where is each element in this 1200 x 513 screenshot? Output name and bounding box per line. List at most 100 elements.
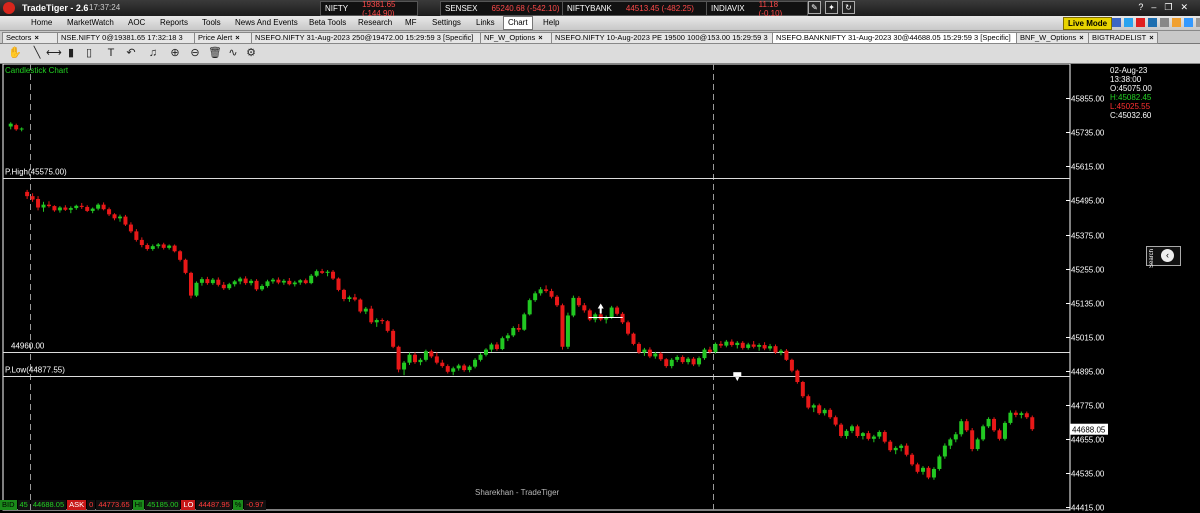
text-icon[interactable]: T [104, 46, 118, 60]
close-tab-icon[interactable]: × [1079, 33, 1083, 42]
bull-candle [270, 279, 275, 282]
tab-label: Sectors [6, 33, 32, 42]
bear-candle [970, 430, 975, 450]
ticker-niftybank[interactable]: NIFTYBANK 44513.45 (-482.25) [562, 1, 710, 16]
tab-nf-w-options[interactable]: NF_W_Options × [480, 32, 556, 44]
pin-icon[interactable]: ✦ [825, 1, 838, 14]
tab-price-alert[interactable]: Price Alert × [194, 32, 256, 44]
side-search-button[interactable]: Search ‹ [1146, 246, 1181, 268]
bull-candle [74, 205, 79, 209]
menu-news-and-events[interactable]: News And Events [235, 18, 298, 27]
tab-nsefo-nifty-pe[interactable]: NSEFO.NIFTY 10-Aug-2023 PE 19500 100@153… [551, 32, 777, 44]
bull-candle [363, 308, 368, 312]
close-tab-icon[interactable]: × [34, 33, 38, 42]
y-tick-label: 44535.00 [1071, 470, 1105, 479]
email-icon[interactable] [1160, 18, 1169, 27]
gear-icon[interactable]: ⚙ [244, 46, 258, 60]
bull-candle [500, 338, 505, 350]
bull-candle [117, 216, 122, 219]
bear-candle [369, 308, 374, 323]
menu-links[interactable]: Links [476, 18, 495, 27]
close-tab-icon[interactable]: × [538, 33, 542, 42]
menu-research[interactable]: Research [358, 18, 392, 27]
zoom-out-icon[interactable]: ⊖ [188, 46, 202, 60]
alert-bell-icon[interactable]: ♫ [146, 46, 160, 60]
help-icon[interactable]: ? [1138, 2, 1151, 12]
refresh-icon[interactable]: ↻ [842, 1, 855, 14]
menu-aoc[interactable]: AOC [128, 18, 145, 27]
menu-mf[interactable]: MF [405, 18, 417, 27]
tab-nsefo-banknifty[interactable]: NSEFO.BANKNIFTY 31-Aug-2023 30@44688.05 … [772, 32, 1021, 44]
edit-icon[interactable]: ✎ [808, 1, 821, 14]
bull-candle [746, 344, 751, 348]
bear-candle [560, 305, 565, 347]
bull-candle [281, 280, 286, 283]
bull-candle [697, 358, 702, 365]
bear-candle [915, 464, 920, 472]
candle-icon[interactable]: ▯ [82, 46, 96, 60]
bull-candle [953, 434, 958, 440]
bear-candle [658, 353, 663, 360]
bar-chart-icon[interactable]: ▮ [64, 46, 78, 60]
chat-icon[interactable] [1172, 18, 1181, 27]
youtube-icon[interactable] [1136, 18, 1145, 27]
bear-candle [773, 346, 778, 353]
tab-label: NF_W_Options [484, 33, 536, 42]
bull-candle [456, 365, 461, 369]
bear-candle [25, 191, 30, 197]
menu-reports[interactable]: Reports [160, 18, 188, 27]
info-icon[interactable] [1184, 18, 1193, 27]
tab-nse-nifty[interactable]: NSE.NIFTY 0@19381.65 17:32:18 3 [57, 32, 199, 44]
tab-nsefo-nifty-fut[interactable]: NSEFO.NIFTY 31-Aug-2023 250@19472.00 15:… [251, 32, 485, 44]
menu-tools[interactable]: Tools [202, 18, 221, 27]
tab-bnf-w-options[interactable]: BNF_W_Options × [1016, 32, 1093, 44]
indicator-icon[interactable]: ∿ [226, 46, 240, 60]
pointer-icon[interactable]: ✋ [8, 46, 22, 60]
delete-icon[interactable]: 🗑 [208, 46, 222, 60]
bear-candle [888, 441, 893, 451]
bull-candle [57, 207, 62, 211]
ask-price: 44773.65 [96, 500, 132, 510]
undo-icon[interactable]: ↶ [124, 46, 138, 60]
linkedin-icon[interactable] [1148, 18, 1157, 27]
bull-candle [899, 445, 904, 448]
title-bar: TradeTiger - 2.6 17:37:24 NIFTY 19381.65… [0, 0, 1200, 18]
hline-icon[interactable]: ⟷ [46, 46, 62, 60]
close-tab-icon[interactable]: × [1149, 33, 1153, 42]
tab-bigtradelist[interactable]: BIGTRADELIST × [1088, 32, 1158, 44]
ticker-indiavix[interactable]: INDIAVIX 11.18 (-0.10) [706, 0, 808, 18]
twitter-icon[interactable] [1124, 18, 1133, 27]
menu-chart[interactable]: Chart [503, 16, 533, 30]
ohlc-high: H:45082.45 [1110, 93, 1152, 102]
bear-candle [205, 279, 210, 284]
ticker-nifty[interactable]: NIFTY 19381.65 (-144.90) [320, 0, 418, 18]
menu-marketwatch[interactable]: MarketWatch [67, 18, 114, 27]
minimize-icon[interactable]: – [1151, 2, 1164, 12]
menu-help[interactable]: Help [543, 18, 559, 27]
bull-candle [347, 297, 352, 300]
restore-icon[interactable]: ❐ [1164, 2, 1180, 12]
bull-candle [533, 293, 538, 301]
candlestick-chart[interactable]: P.High(45575.00) 44960.00 P.Low(44877.55) 4… [0, 64, 1200, 513]
menu-home[interactable]: Home [31, 18, 52, 27]
ohlc-panel: 02-Aug-23 13:38:00 O:45075.00 H:45082.45… [1110, 66, 1152, 120]
menu-beta-tools[interactable]: Beta Tools [309, 18, 346, 27]
y-tick-label: 44415.00 [1071, 504, 1105, 513]
bull-candle [451, 368, 456, 372]
settings-icon[interactable] [1196, 18, 1200, 27]
trendline-icon[interactable]: ╲ [30, 46, 44, 60]
facebook-icon[interactable] [1112, 18, 1121, 27]
bull-candle [1002, 422, 1007, 439]
window-controls: ?–❐✕ [1138, 2, 1196, 13]
close-tab-icon[interactable]: × [235, 33, 239, 42]
live-mode-badge[interactable]: Live Mode [1063, 17, 1113, 30]
menu-settings[interactable]: Settings [432, 18, 461, 27]
zoom-in-icon[interactable]: ⊕ [168, 46, 182, 60]
bear-candle [762, 345, 767, 349]
bull-candle [374, 320, 379, 323]
ticker-sensex[interactable]: SENSEX 65240.68 (-542.10) [440, 1, 566, 16]
close-icon[interactable]: ✕ [1180, 2, 1196, 12]
document-tab-bar: Sectors × NSE.NIFTY 0@19381.65 17:32:18 3… [0, 31, 1200, 44]
bear-candle [680, 356, 685, 363]
tab-sectors[interactable]: Sectors × [2, 32, 62, 44]
